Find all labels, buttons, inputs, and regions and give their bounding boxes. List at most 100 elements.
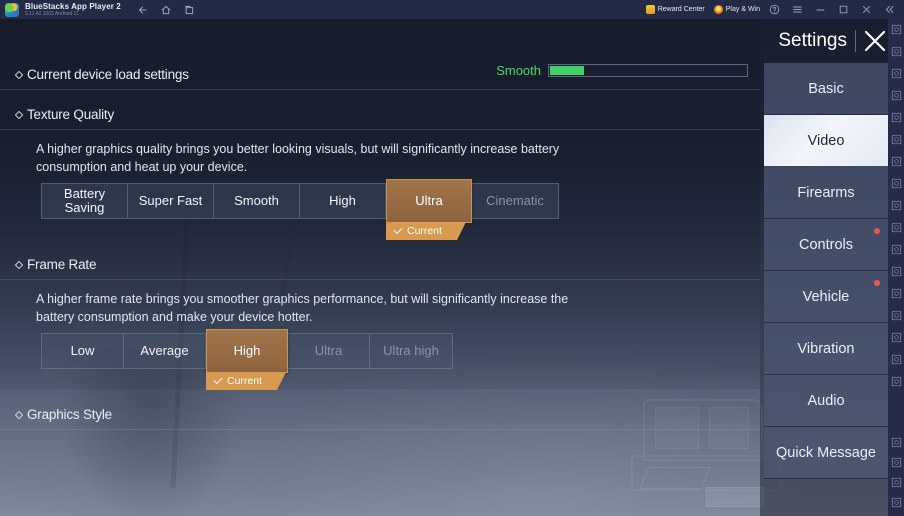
- gear-icon[interactable]: [890, 436, 903, 449]
- device-load-indicator: Smooth: [496, 63, 748, 78]
- reward-icon: [645, 5, 655, 14]
- settings-menu-item-label: Audio: [807, 392, 845, 409]
- option-high[interactable]: High: [300, 184, 386, 218]
- bluestacks-window: Current device load settings Smooth Text…: [0, 0, 904, 516]
- settings-menu-item-label: Basic: [808, 80, 844, 97]
- maximize-icon[interactable]: [838, 4, 849, 15]
- coin-icon: [713, 5, 723, 14]
- graphics-style-title: Graphics Style: [27, 407, 112, 422]
- section-texture-quality: Texture Quality: [0, 107, 760, 130]
- settings-menu-item-video[interactable]: Video: [764, 115, 888, 167]
- menu-icon[interactable]: [792, 4, 803, 15]
- settings-menu-item-audio[interactable]: Audio: [764, 375, 888, 427]
- settings-menu-item-label: Controls: [799, 236, 853, 253]
- folder-icon[interactable]: [890, 221, 903, 234]
- option-label: Ultra: [314, 343, 343, 358]
- option-battery-saving[interactable]: Battery Saving: [42, 184, 128, 218]
- option-label: Ultra: [415, 193, 443, 208]
- titlebar-nav-icons: [137, 4, 195, 16]
- diamond-bullet-icon: [14, 110, 24, 119]
- frame-rate-description: A higher frame rate brings you smoother …: [36, 292, 569, 324]
- close-x-icon[interactable]: [862, 28, 888, 54]
- clock-icon[interactable]: [890, 111, 903, 124]
- texture-quality-description: A higher graphics quality brings you bet…: [36, 142, 560, 174]
- option-label: Cinematic: [486, 193, 544, 208]
- option-average[interactable]: Average: [124, 334, 206, 368]
- current-badge: Current: [386, 222, 466, 240]
- settings-menu-item-vehicle[interactable]: Vehicle: [764, 271, 888, 323]
- section-device-load: Current device load settings Smooth: [0, 63, 760, 90]
- recents-icon[interactable]: [183, 4, 195, 16]
- multi-instance-icon[interactable]: [890, 265, 903, 278]
- option-label: High: [329, 193, 356, 208]
- keyboard-icon[interactable]: [890, 177, 903, 190]
- camera-icon[interactable]: [890, 199, 903, 212]
- option-ultra: Ultra: [288, 334, 370, 368]
- current-badge-label: Current: [407, 225, 443, 237]
- diamond-bullet-icon: [14, 410, 24, 419]
- layers-icon[interactable]: [890, 353, 903, 366]
- option-high[interactable]: High Current: [206, 329, 288, 373]
- settings-header: Settings: [778, 19, 888, 63]
- window-controls: [769, 4, 895, 15]
- texture-quality-title: Texture Quality: [27, 107, 115, 122]
- device-load-title: Current device load settings: [27, 67, 189, 82]
- play-and-win-button[interactable]: Play & Win: [713, 5, 760, 14]
- option-ultra[interactable]: Ultra Current: [386, 179, 472, 223]
- back-arrow-icon[interactable]: [890, 456, 903, 469]
- option-label: Low: [70, 343, 95, 358]
- option-super-fast[interactable]: Super Fast: [128, 184, 214, 218]
- option-low[interactable]: Low: [42, 334, 124, 368]
- device-load-value: Smooth: [496, 63, 541, 78]
- gps-icon[interactable]: [890, 309, 903, 322]
- app-version: 5.11.42.1003 Android 11: [25, 10, 79, 17]
- option-smooth[interactable]: Smooth: [214, 184, 300, 218]
- option-ultra-high: Ultra high: [370, 334, 452, 368]
- texture-quality-options: Battery Saving Super Fast Smooth High Ultra C…: [41, 179, 559, 219]
- settings-menu-item-controls[interactable]: Controls: [764, 219, 888, 271]
- home-icon[interactable]: [160, 4, 172, 16]
- option-label: Ultra high: [383, 343, 439, 358]
- settings-menu-item-label: Vibration: [797, 340, 855, 357]
- option-label: High: [233, 343, 261, 358]
- diamond-bullet-icon: [14, 260, 24, 269]
- recents-icon[interactable]: [890, 496, 903, 509]
- play-and-win-label: Play & Win: [725, 6, 760, 13]
- option-label: Super Fast: [138, 193, 203, 208]
- gamepad-icon[interactable]: [890, 155, 903, 168]
- title-bar: BlueStacks App Player 2 5.11.42.1003 And…: [0, 0, 904, 19]
- settings-menu: Basic Video Firearms Controls Vehicle Vibrati…: [764, 63, 888, 479]
- macro-icon[interactable]: [890, 243, 903, 256]
- mail-icon[interactable]: [890, 331, 903, 344]
- close-icon[interactable]: [861, 4, 872, 15]
- reward-center-button[interactable]: Reward Center: [645, 5, 705, 14]
- notification-badge: [874, 228, 880, 234]
- settings-menu-item-quick-message[interactable]: Quick Message: [764, 427, 888, 479]
- screenshot-icon[interactable]: [890, 67, 903, 80]
- video-record-icon[interactable]: [890, 89, 903, 102]
- check-icon: [393, 225, 402, 234]
- option-cinematic: Cinematic: [472, 184, 558, 218]
- help-icon[interactable]: [769, 4, 780, 15]
- shake-icon[interactable]: [890, 287, 903, 300]
- frame-rate-title: Frame Rate: [27, 257, 97, 272]
- chat-icon[interactable]: [890, 375, 903, 388]
- reward-center-label: Reward Center: [657, 6, 705, 13]
- location-icon[interactable]: [890, 133, 903, 146]
- current-badge: Current: [206, 372, 286, 390]
- back-icon[interactable]: [137, 4, 149, 16]
- settings-menu-item-label: Video: [807, 132, 845, 149]
- sidebar-toolbar: [888, 19, 904, 516]
- settings-menu-item-firearms[interactable]: Firearms: [764, 167, 888, 219]
- bluestacks-logo-icon: [5, 2, 19, 17]
- frame-rate-options: Low Average High Current Ultra Ultra high: [41, 329, 453, 369]
- settings-menu-item-basic[interactable]: Basic: [764, 63, 888, 115]
- home-icon[interactable]: [890, 476, 903, 489]
- settings-panel: Settings Basic Video Firearms Controls Vehic…: [760, 19, 888, 516]
- title-bar-titles: BlueStacks App Player 2 5.11.42.1003 And…: [25, 2, 121, 17]
- volume-icon[interactable]: [890, 45, 903, 58]
- fullscreen-icon[interactable]: [890, 23, 903, 36]
- minimize-icon[interactable]: [815, 4, 826, 15]
- collapse-icon[interactable]: [884, 4, 895, 15]
- settings-menu-item-vibration[interactable]: Vibration: [764, 323, 888, 375]
